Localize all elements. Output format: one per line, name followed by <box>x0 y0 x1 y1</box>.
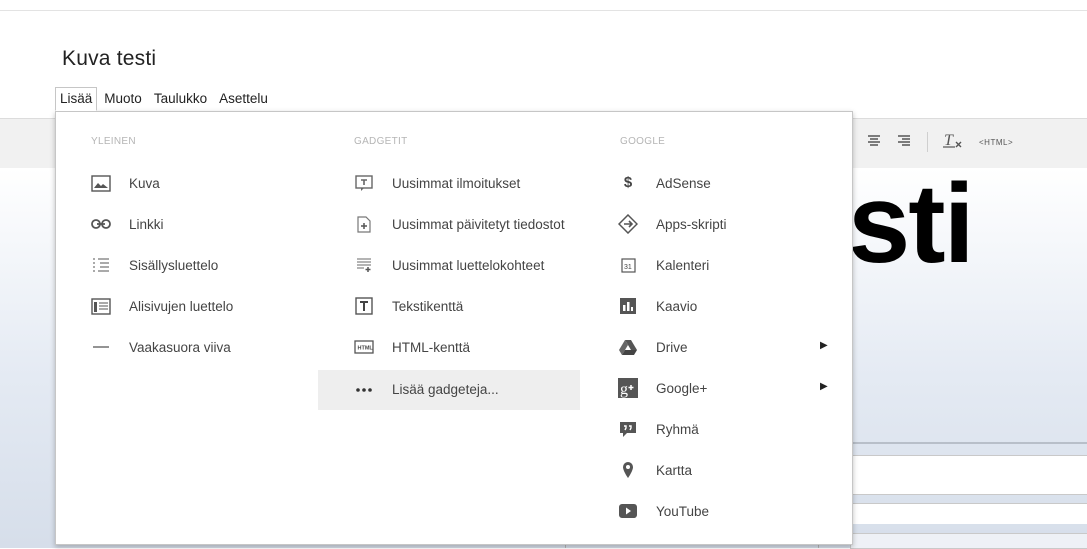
menu-item-chart[interactable]: Kaavio <box>618 288 818 325</box>
content-box <box>850 455 1087 495</box>
menu-item-apps-script[interactable]: Apps-skripti <box>618 206 818 243</box>
svg-text:31: 31 <box>624 264 632 271</box>
menu-item-google-plus[interactable]: g Google+ <box>618 370 818 407</box>
calendar-icon: 31 <box>618 256 638 274</box>
link-icon <box>91 215 111 233</box>
menu-item-recent-announcements[interactable]: Uusimmat ilmoitukset <box>328 165 590 202</box>
menu-item-link[interactable]: Linkki <box>91 206 291 243</box>
toc-icon <box>91 256 111 274</box>
menu-item-recent-files[interactable]: Uusimmat päivitetyt tiedostot <box>328 206 590 243</box>
submenu-arrow-icon: ▶ <box>820 340 828 351</box>
menu-item-map[interactable]: Kartta <box>618 452 818 489</box>
menu-section-header: YLEINEN <box>91 136 136 147</box>
menu-section-header: GOOGLE <box>620 136 666 147</box>
menu-layout[interactable]: Asettelu <box>214 87 273 111</box>
list-items-icon <box>354 256 374 274</box>
subpage-list-icon <box>91 297 111 315</box>
menu-item-drive[interactable]: Drive <box>618 329 818 366</box>
menu-item-subpage-list[interactable]: Alisivujen luettelo <box>91 288 291 325</box>
groups-icon <box>618 420 638 438</box>
submenu-arrow-icon: ▶ <box>820 381 828 392</box>
image-icon <box>91 174 111 192</box>
svg-text:HTML: HTML <box>358 346 374 352</box>
insert-menu: YLEINEN Kuva Linkki Sisällysluettelo Ali… <box>55 111 853 545</box>
align-right-icon[interactable] <box>897 135 911 150</box>
menu-item-youtube[interactable]: YouTube <box>618 493 818 530</box>
menu-item-toc[interactable]: Sisällysluettelo <box>91 247 291 284</box>
content-box <box>850 503 1087 524</box>
top-divider <box>0 10 1087 11</box>
google-plus-icon: g <box>618 378 638 398</box>
more-icon <box>354 381 374 399</box>
html-button[interactable]: <HTML> <box>979 138 1013 147</box>
menu-insert[interactable]: Lisää <box>55 87 98 111</box>
menu-item-calendar[interactable]: 31 Kalenteri <box>618 247 818 284</box>
menu-item-groups[interactable]: Ryhmä <box>618 411 818 448</box>
content-divider <box>850 442 1087 444</box>
announcements-icon <box>354 174 374 192</box>
menu-item-adsense[interactable]: $ AdSense <box>618 165 818 202</box>
file-update-icon <box>354 215 374 233</box>
map-pin-icon <box>618 461 638 479</box>
adsense-icon: $ <box>623 174 633 191</box>
menu-item-horizontal-line[interactable]: Vaakasuora viiva <box>91 329 291 366</box>
horizontal-line-icon <box>91 338 111 356</box>
menu-item-recent-list-items[interactable]: Uusimmat luettelokohteet <box>328 247 590 284</box>
drive-icon <box>618 338 638 356</box>
menu-section-header: GADGETIT <box>354 136 408 147</box>
youtube-icon <box>618 502 638 520</box>
svg-text:g: g <box>620 381 628 398</box>
menu-item-text-box[interactable]: Tekstikenttä <box>328 288 590 325</box>
toolbar-separator <box>927 132 928 152</box>
chart-icon <box>618 297 638 315</box>
menubar: Lisää Muoto Taulukko Asettelu <box>55 87 275 112</box>
clear-formatting-icon[interactable]: T <box>942 131 964 154</box>
menu-item-image[interactable]: Kuva <box>91 165 291 202</box>
page-heading-fragment: sti <box>848 161 975 286</box>
menu-item-more-gadgets[interactable]: Lisää gadgeteja... <box>318 370 580 410</box>
html-box-icon: HTML <box>354 338 374 356</box>
menu-item-html-box[interactable]: HTML HTML-kenttä <box>328 329 590 366</box>
menu-format[interactable]: Muoto <box>99 87 147 111</box>
page-title: Kuva testi <box>62 47 157 70</box>
menu-table[interactable]: Taulukko <box>149 87 212 111</box>
text-box-icon <box>354 297 374 315</box>
apps-script-icon <box>618 214 638 234</box>
align-center-icon[interactable] <box>867 135 881 150</box>
